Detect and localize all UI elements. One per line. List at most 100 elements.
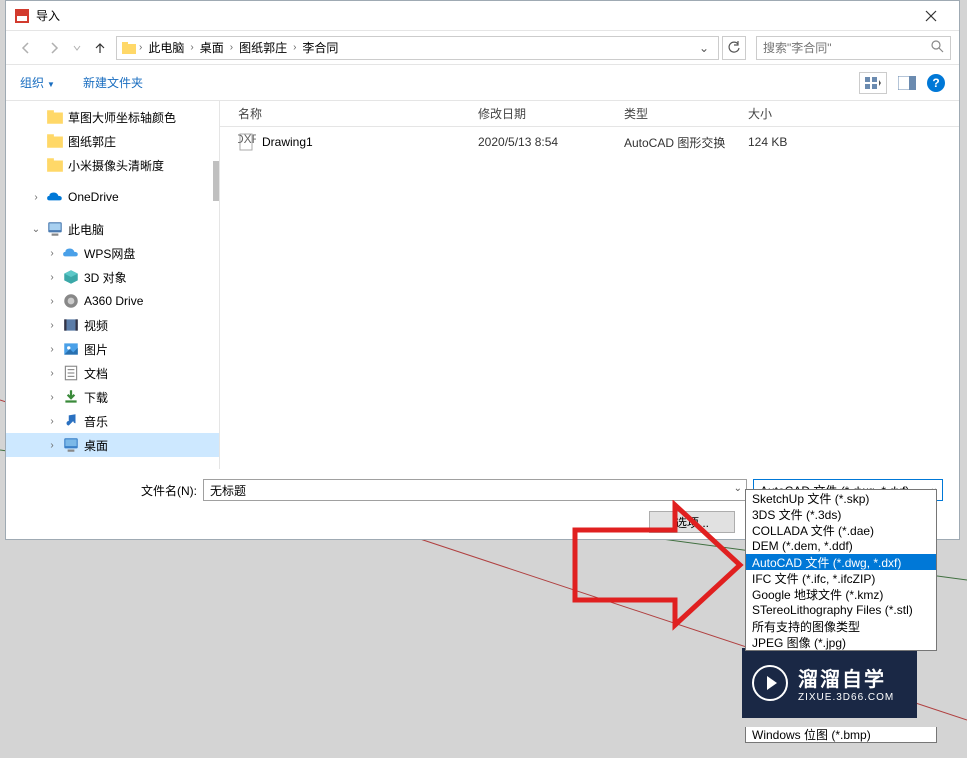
- watermark-title: 溜溜自学: [798, 663, 894, 692]
- sidebar-item-wps[interactable]: › WPS网盘: [6, 241, 219, 265]
- search-input[interactable]: [763, 41, 930, 55]
- expand-icon[interactable]: ⌄: [30, 224, 42, 235]
- expand-icon[interactable]: ›: [46, 440, 58, 451]
- sidebar-item-3d[interactable]: › 3D 对象: [6, 265, 219, 289]
- forward-button[interactable]: [42, 36, 66, 60]
- file-date: 2020/5/13 8:54: [478, 135, 624, 149]
- file-list-headers: 名称 修改日期 类型 大小: [220, 101, 959, 127]
- close-icon: [925, 10, 937, 22]
- sidebar-item-label: WPS网盘: [84, 245, 135, 262]
- sidebar-item-videos[interactable]: › 视频: [6, 313, 219, 337]
- sidebar: 草图大师坐标轴颜色 图纸郭庄 小米摄像头清晰度 › OneDrive ⌄ 此电脑: [6, 101, 220, 469]
- dropdown-item[interactable]: STereoLithography Files (*.stl): [746, 602, 936, 618]
- expand-icon[interactable]: ›: [46, 344, 58, 355]
- refresh-button[interactable]: [722, 36, 746, 60]
- sidebar-item-label: 3D 对象: [84, 269, 127, 286]
- sidebar-item-documents[interactable]: › 文档: [6, 361, 219, 385]
- sidebar-item-pictures[interactable]: › 图片: [6, 337, 219, 361]
- dropdown-item[interactable]: DEM (*.dem, *.ddf): [746, 538, 936, 554]
- refresh-icon: [727, 41, 741, 55]
- header-type[interactable]: 类型: [624, 105, 748, 122]
- breadcrumb-item[interactable]: 李合同: [298, 39, 342, 56]
- help-button[interactable]: ?: [927, 74, 945, 92]
- watermark-url: ZIXUE.3D66.COM: [798, 692, 894, 703]
- expand-icon[interactable]: ›: [46, 392, 58, 403]
- titlebar: 导入: [6, 1, 959, 31]
- sidebar-item-label: 小米摄像头清晰度: [68, 157, 164, 174]
- header-date[interactable]: 修改日期: [478, 105, 624, 122]
- cloud-icon: [62, 244, 80, 262]
- dropdown-item[interactable]: IFC 文件 (*.ifc, *.ifcZIP): [746, 570, 936, 586]
- sidebar-item[interactable]: 草图大师坐标轴颜色: [6, 105, 219, 129]
- search-box[interactable]: [756, 36, 951, 60]
- filename-input-wrapper[interactable]: ⌄: [203, 479, 747, 501]
- dropdown-item[interactable]: Google 地球文件 (*.kmz): [746, 586, 936, 602]
- sidebar-item-label: 草图大师坐标轴颜色: [68, 109, 176, 126]
- import-dialog: 导入 › 此电脑 › 桌面 › 图纸郭庄 › 李合同: [5, 0, 960, 540]
- video-icon: [62, 316, 80, 334]
- sidebar-item[interactable]: 图纸郭庄: [6, 129, 219, 153]
- filename-input[interactable]: [210, 480, 740, 500]
- pictures-icon: [62, 340, 80, 358]
- documents-icon: [62, 364, 80, 382]
- sidebar-item-label: OneDrive: [68, 190, 119, 204]
- chevron-right-icon: ›: [293, 42, 296, 53]
- folder-icon: [46, 108, 64, 126]
- new-folder-button[interactable]: 新建文件夹: [83, 74, 143, 91]
- expand-icon[interactable]: ›: [30, 192, 42, 203]
- sidebar-item-label: A360 Drive: [84, 294, 143, 308]
- arrow-right-icon: [46, 40, 62, 56]
- sidebar-item-onedrive[interactable]: › OneDrive: [6, 185, 219, 209]
- folder-icon: [46, 132, 64, 150]
- breadcrumb-item[interactable]: 桌面: [196, 39, 228, 56]
- sidebar-item-this-pc[interactable]: ⌄ 此电脑: [6, 217, 219, 241]
- chevron-down-icon[interactable]: ⌄: [734, 483, 742, 494]
- play-icon: [752, 665, 788, 701]
- dropdown-item[interactable]: 3DS 文件 (*.3ds): [746, 506, 936, 522]
- up-button[interactable]: [88, 36, 112, 60]
- recent-dropdown[interactable]: [70, 36, 84, 60]
- dropdown-item[interactable]: 所有支持的图像类型: [746, 618, 936, 634]
- breadcrumb-history-dropdown[interactable]: ⌄: [694, 41, 714, 55]
- breadcrumb-item[interactable]: 图纸郭庄: [235, 39, 291, 56]
- expand-icon[interactable]: ›: [46, 320, 58, 331]
- dropdown-item[interactable]: COLLADA 文件 (*.dae): [746, 522, 936, 538]
- chevron-right-icon: ›: [190, 42, 193, 53]
- sidebar-item-desktop[interactable]: › 桌面: [6, 433, 219, 457]
- preview-pane-button[interactable]: [893, 72, 921, 94]
- sketchup-icon: [14, 8, 30, 24]
- sidebar-item-label: 图纸郭庄: [68, 133, 116, 150]
- view-menu-button[interactable]: [859, 72, 887, 94]
- close-button[interactable]: [911, 2, 951, 30]
- toolbar: 组织▼ 新建文件夹 ?: [6, 65, 959, 101]
- sidebar-item-label: 音乐: [84, 413, 108, 430]
- sidebar-item-a360[interactable]: › A360 Drive: [6, 289, 219, 313]
- file-list-area: 名称 修改日期 类型 大小 DXF Drawing1 2020/5/13 8:5…: [220, 101, 959, 469]
- sidebar-item-label: 图片: [84, 341, 108, 358]
- expand-icon[interactable]: ›: [46, 416, 58, 427]
- dropdown-item[interactable]: JPEG 图像 (*.jpg): [746, 634, 936, 650]
- dxf-file-icon: DXF: [238, 133, 256, 151]
- file-type: AutoCAD 图形交换: [624, 134, 748, 151]
- filetype-dropdown: SketchUp 文件 (*.skp) 3DS 文件 (*.3ds) COLLA…: [745, 489, 937, 651]
- organize-menu[interactable]: 组织▼: [20, 74, 55, 91]
- dialog-title: 导入: [36, 7, 911, 24]
- expand-icon[interactable]: ›: [46, 296, 58, 307]
- dropdown-item[interactable]: AutoCAD 文件 (*.dwg, *.dxf): [746, 554, 936, 570]
- expand-icon[interactable]: ›: [46, 248, 58, 259]
- expand-icon[interactable]: ›: [46, 272, 58, 283]
- back-button[interactable]: [14, 36, 38, 60]
- arrow-left-icon: [18, 40, 34, 56]
- breadcrumb-item[interactable]: 此电脑: [144, 39, 188, 56]
- file-row[interactable]: DXF Drawing1 2020/5/13 8:54 AutoCAD 图形交换…: [220, 127, 959, 157]
- sidebar-item[interactable]: 小米摄像头清晰度: [6, 153, 219, 177]
- breadcrumb-bar[interactable]: › 此电脑 › 桌面 › 图纸郭庄 › 李合同 ⌄: [116, 36, 719, 60]
- expand-icon[interactable]: ›: [46, 368, 58, 379]
- header-size[interactable]: 大小: [748, 105, 828, 122]
- dropdown-item[interactable]: SketchUp 文件 (*.skp): [746, 490, 936, 506]
- onedrive-icon: [46, 188, 64, 206]
- sidebar-item-downloads[interactable]: › 下载: [6, 385, 219, 409]
- sidebar-item-music[interactable]: › 音乐: [6, 409, 219, 433]
- dropdown-item-partial[interactable]: Windows 位图 (*.bmp): [745, 727, 937, 743]
- header-name[interactable]: 名称: [220, 105, 478, 122]
